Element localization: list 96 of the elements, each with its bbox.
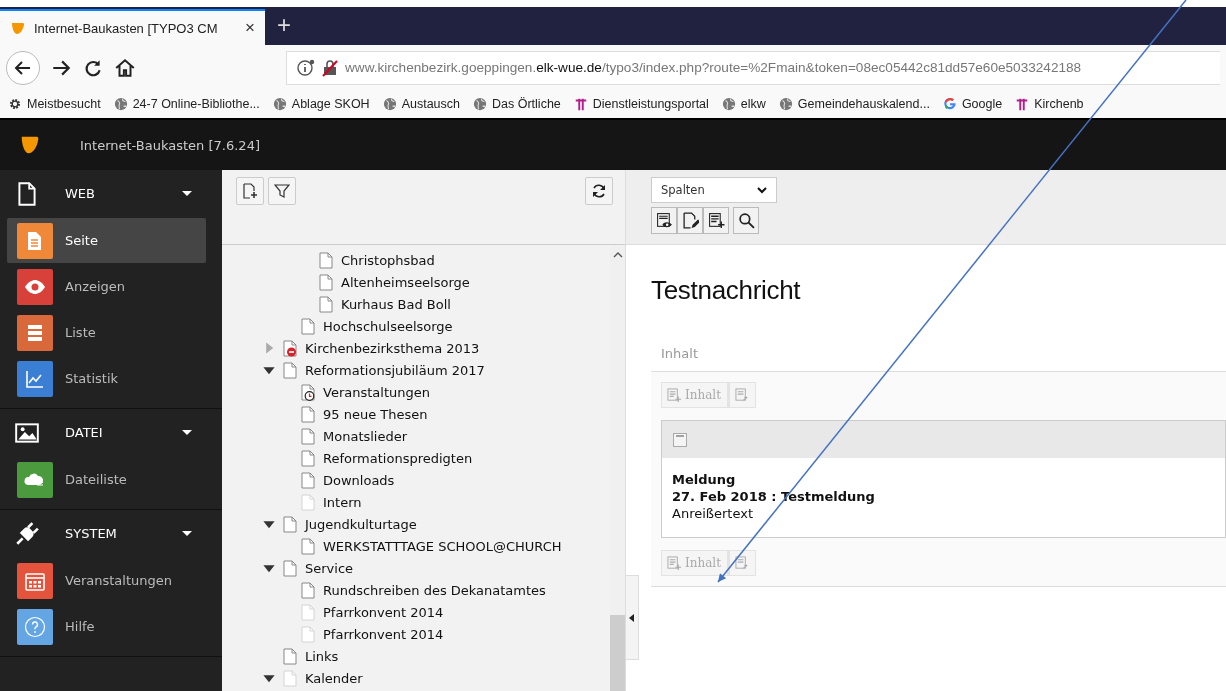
module-group-title[interactable]: SYSTEM [65, 526, 117, 541]
globe-icon [382, 97, 397, 111]
address-bar[interactable]: www.kirchenbezirk.goeppingen.elk-wue.de/typo3/index.php?route=%2Fmain&token=08ec05442c81dd57e60e5033242188 [286, 50, 1220, 85]
page-title: Testnachricht [651, 275, 802, 306]
caret-icon[interactable] [182, 191, 192, 196]
tree-item[interactable]: Kalender [305, 670, 363, 686]
tree-item[interactable]: Reformationspredigten [323, 450, 473, 466]
home-button[interactable] [114, 56, 136, 79]
search-icon [737, 212, 755, 229]
help-icon [23, 614, 47, 639]
module-item[interactable]: Anzeigen [7, 264, 206, 309]
view-page-button[interactable] [651, 207, 677, 234]
refresh-icon [591, 183, 607, 199]
bookmark[interactable]: Dienstleistungsportal [573, 97, 709, 111]
paste-icon [735, 387, 750, 403]
tree-item[interactable]: WERKSTATTTAGE SCHOOL@CHURCH [323, 538, 562, 554]
filter-button[interactable] [268, 177, 296, 205]
tree-item[interactable]: Pfarrkonvent 2014 [323, 626, 444, 642]
tree-item[interactable]: Pfarrkonvent 2014 [323, 604, 444, 620]
paste-button[interactable] [729, 550, 756, 576]
cross-icon [573, 97, 588, 111]
bookmark[interactable]: elkw [721, 97, 766, 111]
tree-item[interactable]: Christophsbad [341, 252, 435, 268]
bookmark[interactable]: Gemeindehauskalend... [778, 97, 930, 111]
tree-item[interactable]: Altenheimseelsorge [341, 274, 470, 290]
globe-icon [473, 97, 487, 111]
plug-icon [14, 520, 40, 547]
add-content-icon [707, 212, 725, 229]
tree-item[interactable]: Hochschulseelsorge [323, 318, 453, 334]
globe-icon [778, 97, 793, 111]
globe-icon [113, 97, 128, 111]
tree-item[interactable]: Links [305, 648, 339, 664]
module-group-title[interactable]: DATEI [65, 425, 103, 440]
tree-item[interactable]: 95 neue Thesen [323, 406, 428, 422]
bookmark[interactable]: Das Örtliche [473, 97, 561, 111]
logo-icon[interactable] [19, 134, 41, 156]
cross-icon [1015, 97, 1030, 111]
module-item[interactable]: Statistik [7, 356, 206, 401]
refresh-button[interactable] [585, 177, 613, 205]
bookmark[interactable]: Meistbesucht [8, 97, 101, 111]
new-tab-button[interactable]: + [265, 11, 303, 45]
edit-page-icon [681, 212, 699, 229]
bookmark[interactable]: Ablage SKOH [272, 97, 370, 111]
module-item[interactable]: Hilfe [7, 604, 206, 649]
bookmark[interactable]: Google [942, 97, 1003, 111]
triangle-left-icon [629, 613, 635, 622]
module-item[interactable]: Liste [7, 310, 206, 355]
caret-icon[interactable] [182, 531, 192, 536]
module-item[interactable]: Seite [7, 218, 206, 263]
tree-item[interactable]: Downloads [323, 472, 395, 488]
settings-icon [8, 97, 22, 111]
new-page-button[interactable] [236, 177, 264, 205]
close-button[interactable]: × [245, 18, 255, 38]
tree-item[interactable]: Kirchenbezirksthema 2013 [305, 340, 480, 356]
page-eye-icon [655, 212, 673, 229]
new-page-icon [242, 183, 258, 199]
google-icon [942, 97, 957, 111]
caret-icon[interactable] [182, 430, 192, 435]
module-item[interactable]: Veranstaltungen [7, 558, 206, 603]
module-group-title[interactable]: WEB [65, 186, 95, 201]
add-content-icon [667, 387, 682, 403]
search-button[interactable] [733, 207, 759, 234]
filter-icon [274, 183, 290, 199]
scrollbar-thumb[interactable] [610, 615, 625, 691]
paste-icon [735, 555, 750, 571]
bookmark[interactable]: Kirchenb [1015, 97, 1084, 111]
browser-tab[interactable]: Internet-Baukasten [TYPO3 CM × [0, 9, 265, 45]
tree-item[interactable]: Monatslieder [323, 428, 408, 444]
tree-item[interactable]: Rundschreiben des Dekanatamtes [323, 582, 546, 598]
back-button[interactable] [6, 50, 40, 85]
bookmark[interactable]: Austausch [382, 97, 460, 111]
bookmark[interactable]: 24-7 Online-Bibliothe... [113, 97, 260, 111]
text-element-icon [672, 431, 688, 448]
caret-up-icon[interactable] [612, 251, 623, 259]
module-item[interactable]: Dateiliste [7, 457, 206, 502]
globe-icon [272, 97, 287, 111]
edit-page-button[interactable] [677, 207, 703, 234]
insecure-lock-icon[interactable] [321, 58, 339, 77]
tree-item[interactable]: Service [305, 560, 354, 576]
content-type: Meldung [672, 472, 737, 487]
tree-item[interactable]: Jugendkulturtage [305, 516, 417, 532]
globe-icon [721, 97, 736, 111]
chevron-down-icon [757, 186, 767, 194]
url-text: www.kirchenbezirk.goeppingen.elk-wue.de/typo3/index.php?route=%2Fmain&token=08ec05442c81dd57e60e5033242188 [345, 60, 1082, 75]
tree-item[interactable]: Kurhaus Bad Boll [341, 296, 451, 312]
info-icon[interactable] [297, 58, 315, 77]
tree-item[interactable]: Reformationsjubiläum 2017 [305, 362, 485, 378]
new-content-button[interactable] [703, 207, 729, 234]
collapse-handle[interactable] [625, 575, 639, 660]
teaser-text: Anreißertext [672, 506, 754, 521]
tree-item[interactable]: Veranstaltungen [323, 384, 430, 400]
logo-icon [10, 20, 26, 36]
add-content-icon [667, 555, 682, 571]
view-select[interactable]: Spalten [651, 177, 777, 203]
tree-item[interactable]: Intern [323, 494, 362, 510]
site-title: Internet-Baukasten [7.6.24] [80, 137, 260, 153]
